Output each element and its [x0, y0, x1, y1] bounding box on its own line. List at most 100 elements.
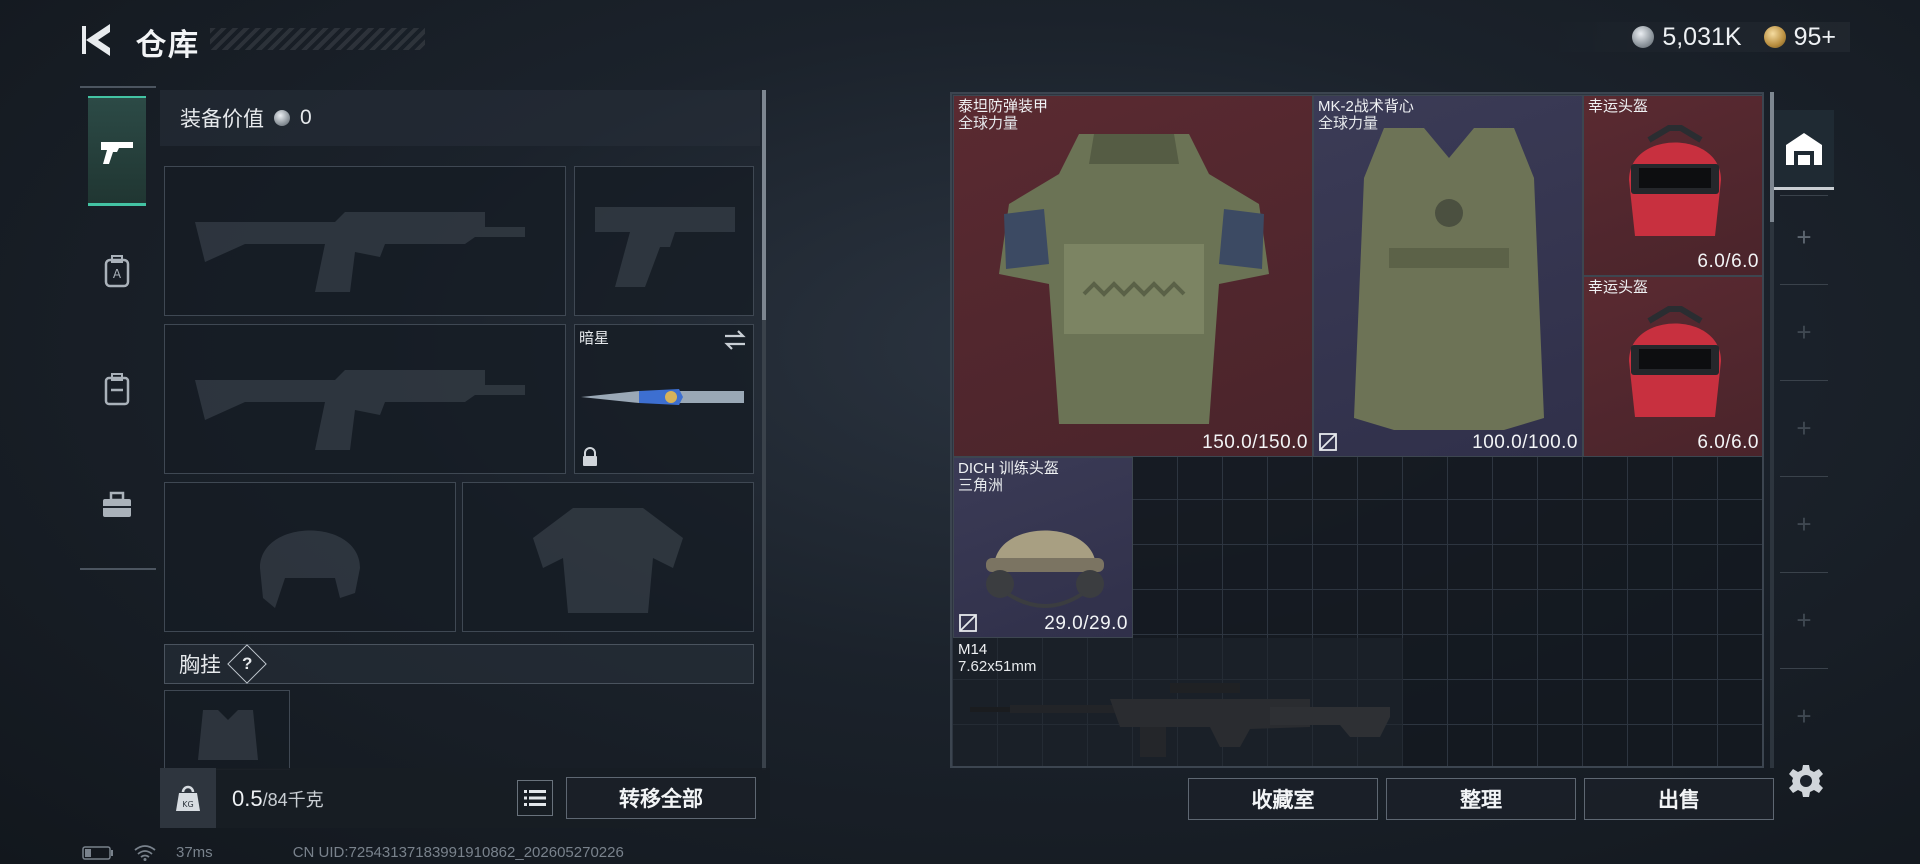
home-vault-icon: [1786, 132, 1822, 165]
item-name: DICH 训练头盔: [958, 460, 1059, 477]
secondary-rifle-slot[interactable]: [164, 324, 566, 474]
primary-weapon-slot[interactable]: [164, 166, 566, 316]
collection-room-button[interactable]: 收藏室: [1188, 778, 1378, 820]
warehouse-page-tab-1[interactable]: [1774, 110, 1834, 190]
toolbox-icon: [103, 491, 131, 517]
add-page-button[interactable]: +: [1774, 192, 1834, 282]
silver-currency-value: 5,031K: [1662, 22, 1742, 51]
training-helmet-icon: [986, 530, 1104, 608]
status-line: 37ms CN UID:72543137183991910862_2026052…: [82, 844, 624, 861]
weight-current: 0.5: [232, 786, 263, 811]
plus-icon: +: [1796, 604, 1812, 635]
rifle-silhouette-icon: [195, 370, 525, 450]
gear-icon: [1789, 765, 1823, 797]
weight-icon-box: KG: [160, 768, 216, 828]
svg-text:KG: KG: [182, 800, 193, 809]
add-page-button[interactable]: +: [1774, 479, 1834, 569]
ping-readout: 37ms: [176, 844, 213, 861]
swap-icon[interactable]: [723, 329, 747, 351]
helmet-silhouette-icon: [260, 530, 360, 608]
item-durability: 29.0/29.0: [1044, 613, 1128, 634]
tab-weapons[interactable]: [88, 96, 146, 206]
knife-icon: [581, 389, 744, 405]
equipment-value-row: 装备价值 0: [160, 90, 760, 146]
page-title: 仓库: [136, 29, 200, 62]
item-mk2-vest[interactable]: MK-2战术背心 全球力量 100.0/100.0: [1313, 95, 1583, 457]
armor-slot[interactable]: [462, 482, 754, 632]
item-name: MK-2战术背心: [1318, 98, 1414, 115]
equipment-value-label: 装备价值: [180, 108, 264, 131]
item-lucky-helmet[interactable]: 幸运头盔 6.0/6.0: [1583, 276, 1762, 457]
tactical-vest-icon: [1354, 128, 1544, 430]
item-dich-helmet[interactable]: DICH 训练头盔 三角洲 29.0/29.0: [953, 457, 1133, 638]
item-durability: 6.0/6.0: [1697, 251, 1759, 272]
add-page-button[interactable]: +: [1774, 287, 1834, 377]
secondary-weapon-slot[interactable]: [574, 166, 754, 316]
gold-currency-value: 95+: [1793, 22, 1836, 51]
pistol-icon: [101, 141, 133, 164]
category-rail: A: [80, 86, 156, 570]
add-page-button[interactable]: +: [1774, 575, 1834, 665]
top-bar: 仓库 5,031K 95+: [0, 0, 1920, 80]
melee-slot[interactable]: 暗星: [574, 324, 754, 474]
item-lucky-helmet[interactable]: 幸运头盔 6.0/6.0: [1583, 95, 1762, 276]
unbind-icon: [959, 614, 977, 632]
chest-rig-silhouette-icon: [198, 710, 258, 760]
wifi-icon: [134, 844, 156, 861]
silver-coin-icon: [274, 110, 290, 126]
back-button[interactable]: [80, 20, 116, 60]
add-page-button[interactable]: +: [1774, 383, 1834, 473]
help-badge[interactable]: ?: [227, 644, 267, 684]
transfer-all-button[interactable]: 转移全部: [566, 777, 756, 819]
item-durability: 6.0/6.0: [1697, 432, 1759, 453]
silver-coin-icon: [1632, 26, 1655, 48]
chest-rig-slot[interactable]: [164, 690, 290, 770]
red-helmet-icon: [1629, 306, 1721, 417]
loadout-scrollbar-thumb[interactable]: [762, 90, 766, 320]
equipment-value: 0: [300, 106, 312, 129]
tab-backpacks[interactable]: [88, 334, 146, 444]
backpack-icon: [104, 373, 130, 406]
sell-button[interactable]: 出售: [1584, 778, 1774, 820]
item-durability: 100.0/100.0: [1472, 432, 1578, 453]
loadout-panel: 装备价值 0 暗星 胸挂 ?: [160, 90, 768, 830]
rifle-silhouette-icon: [195, 212, 525, 292]
currency-bar: 5,031K 95+: [1542, 22, 1850, 52]
plus-icon: +: [1796, 221, 1812, 252]
plus-icon: +: [1796, 508, 1812, 539]
tab-armor[interactable]: A: [88, 216, 146, 326]
red-helmet-icon: [1629, 125, 1721, 236]
item-name: 幸运头盔: [1588, 98, 1649, 115]
weight-icon: KG: [176, 785, 200, 811]
vest-silhouette-icon: [533, 508, 683, 613]
armor-bag-icon: A: [104, 255, 130, 288]
chest-rig-label: 胸挂: [179, 654, 221, 677]
gold-coin-icon: [1763, 26, 1786, 48]
item-subtitle: 7.62x51mm: [958, 658, 1037, 675]
item-name: 泰坦防弹装甲: [958, 98, 1049, 115]
add-page-button[interactable]: +: [1774, 671, 1834, 761]
item-name: M14: [958, 641, 988, 658]
organize-button[interactable]: 整理: [1386, 778, 1576, 820]
lock-icon: [583, 447, 597, 466]
melee-name: 暗星: [579, 330, 610, 347]
list-icon: [524, 790, 546, 806]
item-name: 幸运头盔: [1588, 279, 1649, 296]
uid-readout: CN UID:72543137183991910862_202605270226: [292, 844, 624, 861]
item-titan-armor[interactable]: 泰坦防弹装甲 全球力量 150.0/150.0: [953, 95, 1313, 457]
pistol-silhouette-icon: [595, 207, 735, 287]
helmet-slot[interactable]: [164, 482, 456, 632]
settings-button[interactable]: [1788, 763, 1824, 799]
list-view-button[interactable]: [517, 780, 553, 816]
weight-max: /84千克: [262, 790, 324, 810]
chest-rig-header: 胸挂 ?: [164, 644, 754, 684]
battery-icon: [82, 845, 113, 860]
weight-readout: 0.5/84千克: [232, 786, 324, 812]
plus-icon: +: [1796, 412, 1812, 443]
svg-text:A: A: [113, 267, 122, 281]
plus-icon: +: [1796, 700, 1812, 731]
item-m14-rifle[interactable]: M14 7.62x51mm: [953, 638, 1403, 766]
heavy-armor-icon: [999, 134, 1269, 424]
m14-rifle-icon: [970, 683, 1390, 757]
tab-tools[interactable]: [88, 450, 146, 560]
